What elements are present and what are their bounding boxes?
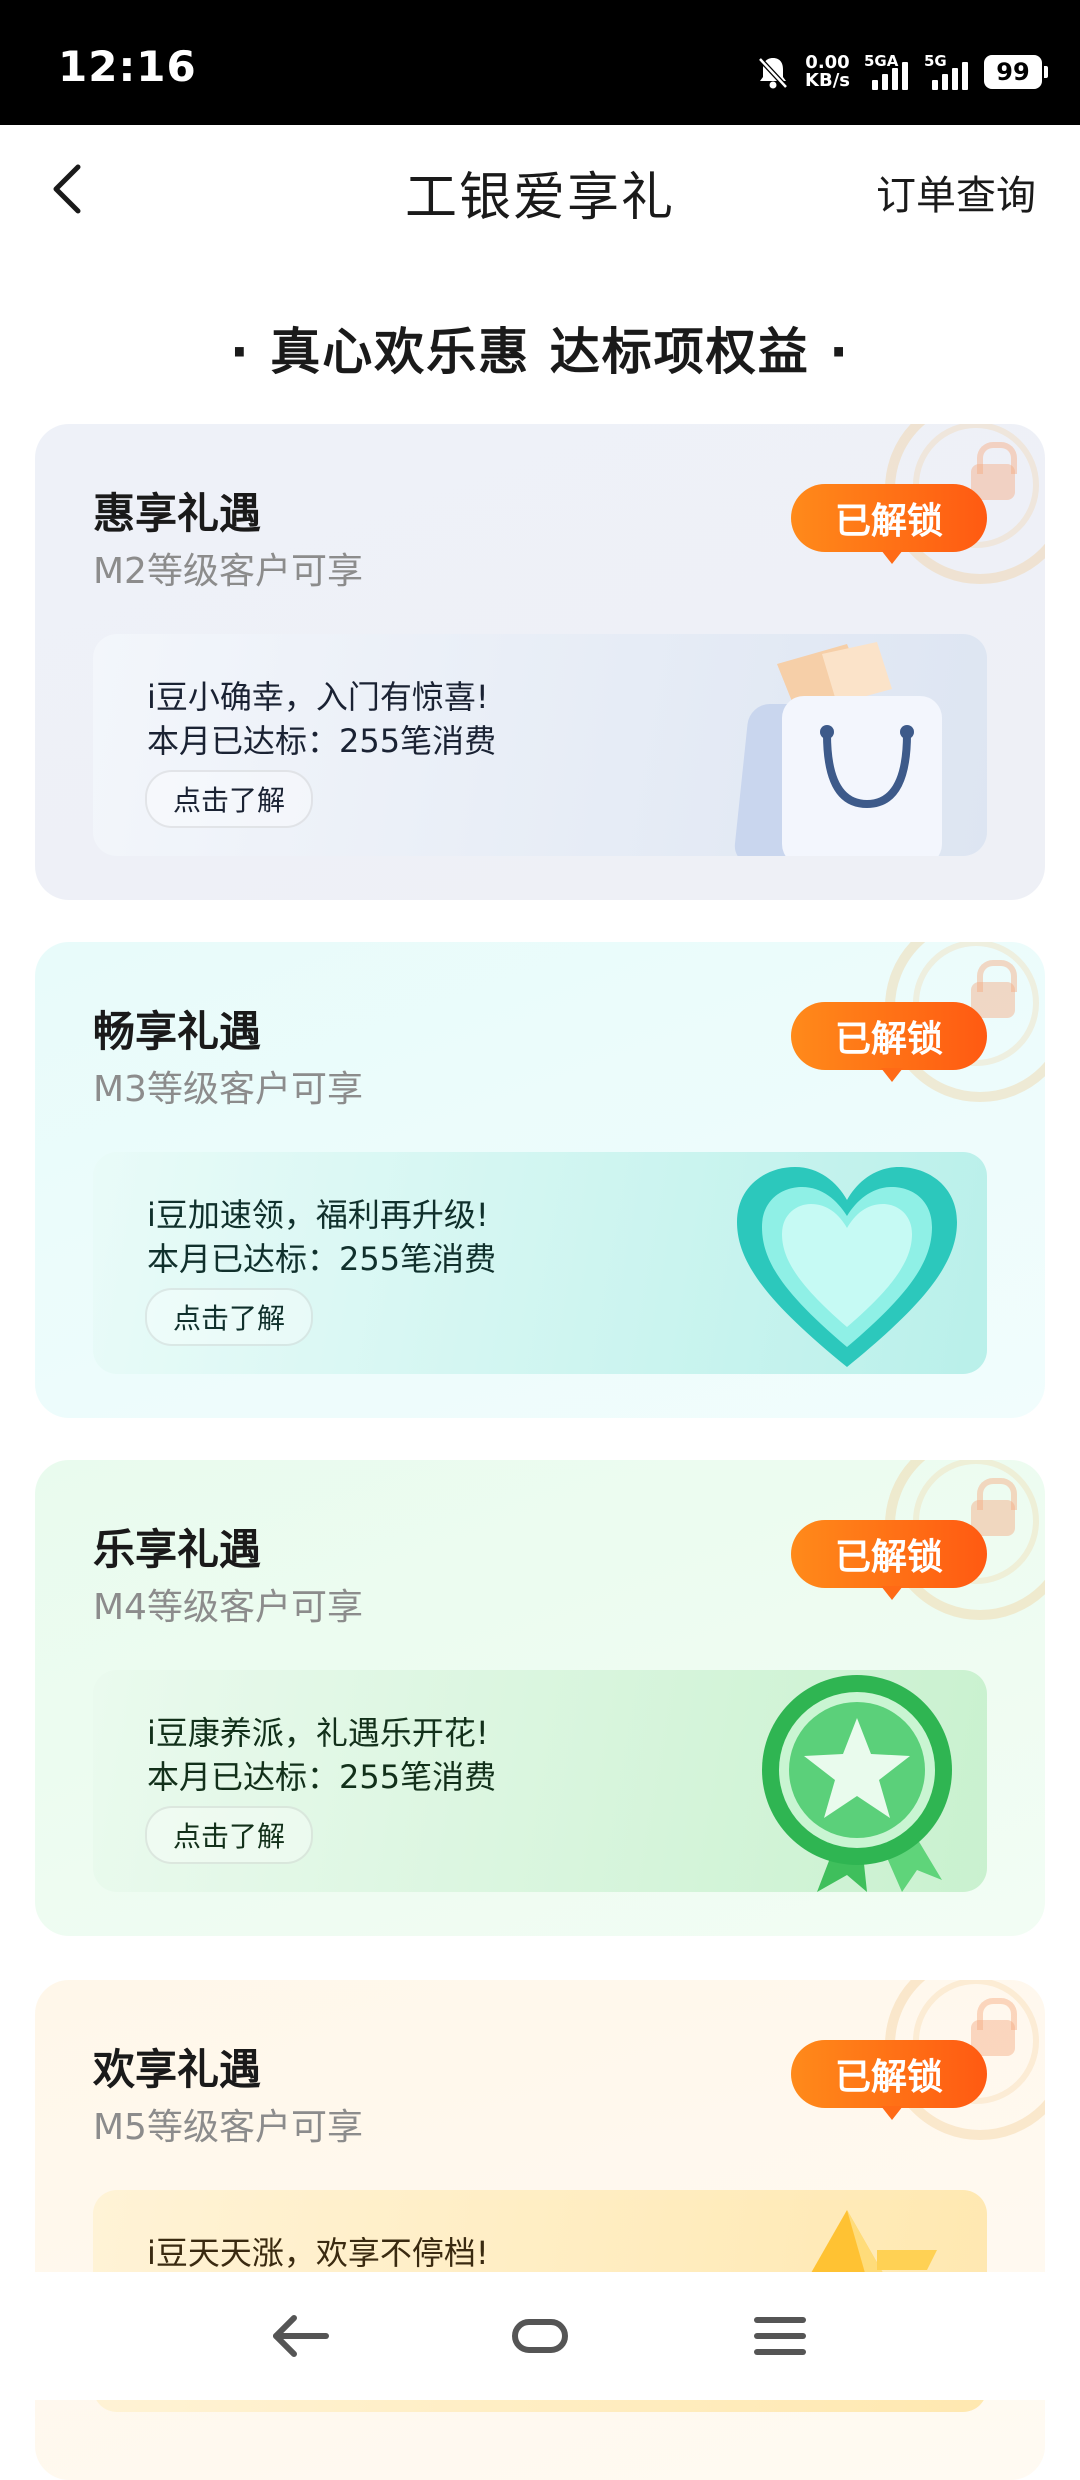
system-nav-bar	[0, 2272, 1080, 2400]
benefit-slogan: i豆加速领，福利再升级!	[147, 1196, 489, 1234]
status-time: 12:16	[58, 42, 197, 91]
benefit-progress: 本月已达标：255笔消费	[147, 722, 497, 760]
net-speed-unit: KB/s	[805, 70, 850, 91]
learn-more-button[interactable]: 点击了解	[145, 1288, 313, 1346]
section-heading: · 真心欢乐惠 达标项权益 ·	[229, 323, 851, 381]
benefit-card-m5: 欢享礼遇 M5等级客户可享 已解锁 i豆天天涨，欢享不停档!	[35, 1980, 1045, 2480]
status-icons: 0.00 KB/s 5GA 5G 99	[755, 50, 1048, 94]
benefit-slogan: i豆康养派，礼遇乐开花!	[147, 1714, 489, 1752]
benefit-card-m3: 畅享礼遇 M3等级客户可享 已解锁 i豆加速领，福利再升级! 本月已达标：255…	[35, 942, 1045, 1418]
benefit-progress: 本月已达标：255笔消费	[147, 1240, 497, 1278]
unlocked-badge: 已解锁	[791, 484, 987, 564]
card-subtitle: M5等级客户可享	[93, 2107, 363, 2148]
home-icon[interactable]	[505, 2306, 575, 2366]
signal-icon-sim1: 5GA	[864, 52, 910, 92]
signal-icon-sim2: 5G	[924, 52, 970, 92]
back-arrow-icon[interactable]	[266, 2306, 336, 2366]
status-bar: 12:16 0.00 KB/s 5GA 5G 99	[0, 0, 1080, 125]
shopping-bag-icon	[734, 642, 942, 856]
benefit-slogan: i豆天天涨，欢享不停档!	[147, 2234, 489, 2272]
learn-more-button[interactable]: 点击了解	[145, 1806, 313, 1864]
net-speed: 0.00 KB/s	[805, 54, 850, 90]
benefit-card-m2: 惠享礼遇 M2等级客户可享 已解锁 i豆小确幸，入门有惊喜! 本月已达标：255…	[35, 424, 1045, 900]
unlocked-badge: 已解锁	[791, 2040, 987, 2120]
benefit-card-m4: 乐享礼遇 M4等级客户可享 已解锁 i豆康养派，礼遇乐开花! 本月已达标：255…	[35, 1460, 1045, 1936]
unlocked-badge: 已解锁	[791, 1002, 987, 1082]
star-medal-icon	[762, 1675, 952, 1892]
learn-more-button[interactable]: 点击了解	[145, 770, 313, 828]
menu-icon[interactable]	[745, 2306, 815, 2366]
benefit-panel[interactable]: i豆康养派，礼遇乐开花! 本月已达标：255笔消费 点击了解	[93, 1670, 987, 1892]
card-title: 惠享礼遇	[93, 489, 262, 538]
benefit-slogan: i豆小确幸，入门有惊喜!	[147, 678, 489, 716]
card-subtitle: M4等级客户可享	[93, 1587, 363, 1628]
order-query-link[interactable]: 订单查询	[876, 163, 1036, 221]
card-subtitle: M3等级客户可享	[93, 1069, 363, 1110]
card-title: 乐享礼遇	[93, 1525, 262, 1574]
battery-icon: 99	[984, 55, 1048, 89]
heart-icon	[737, 1167, 957, 1367]
card-title: 欢享礼遇	[93, 2045, 262, 2094]
benefit-progress: 本月已达标：255笔消费	[147, 1758, 497, 1796]
card-subtitle: M2等级客户可享	[93, 551, 363, 592]
mute-bell-icon	[758, 57, 788, 89]
unlocked-badge: 已解锁	[791, 1520, 987, 1600]
benefit-panel[interactable]: i豆加速领，福利再升级! 本月已达标：255笔消费 点击了解	[93, 1152, 987, 1374]
benefit-panel[interactable]: i豆小确幸，入门有惊喜! 本月已达标：255笔消费 点击了解	[93, 634, 987, 856]
card-title: 畅享礼遇	[93, 1007, 262, 1056]
app-header: 工银爱享礼 订单查询	[0, 125, 1080, 255]
